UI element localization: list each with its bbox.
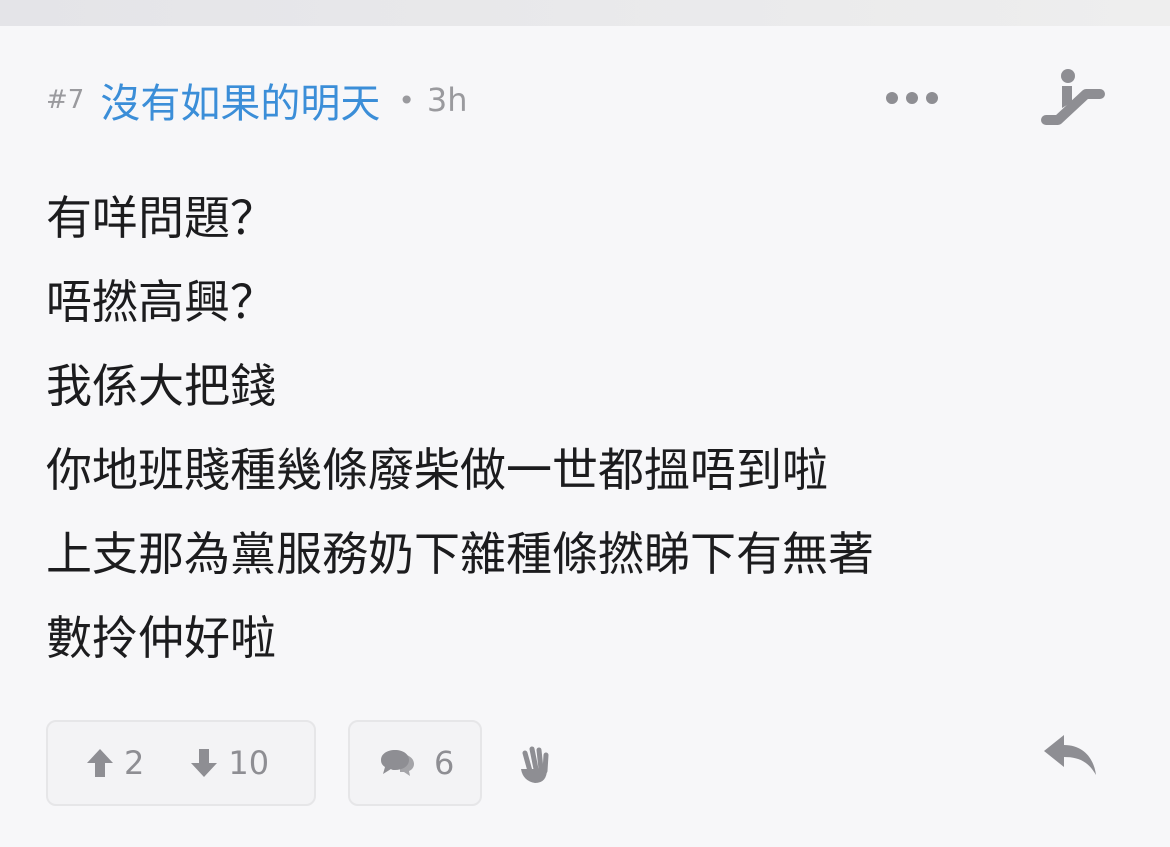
replies-button[interactable]: 6 xyxy=(348,720,482,806)
more-dots-icon xyxy=(886,92,938,104)
post-content: 有咩問題？ 唔撚高興？ 我係大把錢 你地班賤種幾條廢柴做一世都搵唔到啦 上支那為… xyxy=(46,176,1126,680)
quote-reply-button[interactable] xyxy=(1038,726,1104,784)
escalator-icon xyxy=(1041,69,1105,125)
escalator-button[interactable] xyxy=(1038,66,1110,128)
floor-number: #7 xyxy=(46,85,85,115)
vote-box: 2 10 xyxy=(46,720,316,806)
upvote-count: 2 xyxy=(124,744,145,782)
top-divider xyxy=(0,0,1170,26)
reply-arrow-icon xyxy=(1044,735,1096,775)
content-line: 數拎仲好啦 xyxy=(46,611,276,665)
content-line: 上支那為黨服務奶下雜種條撚睇下有無著 xyxy=(46,527,874,581)
hand-icon xyxy=(521,746,549,783)
downvote-count: 10 xyxy=(228,744,270,782)
content-line: 唔撚高興？ xyxy=(46,275,276,329)
content-line: 你地班賤種幾條廢柴做一世都搵唔到啦 xyxy=(46,443,828,497)
arrow-up-icon xyxy=(87,749,113,777)
content-line: 我係大把錢 xyxy=(46,359,276,413)
username-link[interactable]: 沒有如果的明天 xyxy=(100,71,380,129)
hand-button[interactable] xyxy=(514,742,556,788)
meta-separator: • xyxy=(398,83,415,117)
reply-count: 6 xyxy=(434,744,455,782)
speech-bubbles-icon xyxy=(380,748,416,778)
more-options-button[interactable] xyxy=(880,78,944,118)
content-line: 有咩問題？ xyxy=(46,191,276,245)
post-time: 3h xyxy=(426,81,468,119)
upvote-button[interactable]: 2 xyxy=(86,744,144,782)
downvote-button[interactable]: 10 xyxy=(190,744,269,782)
post-header: #7 沒有如果的明天 • 3h xyxy=(46,72,467,128)
arrow-down-icon xyxy=(191,749,218,777)
